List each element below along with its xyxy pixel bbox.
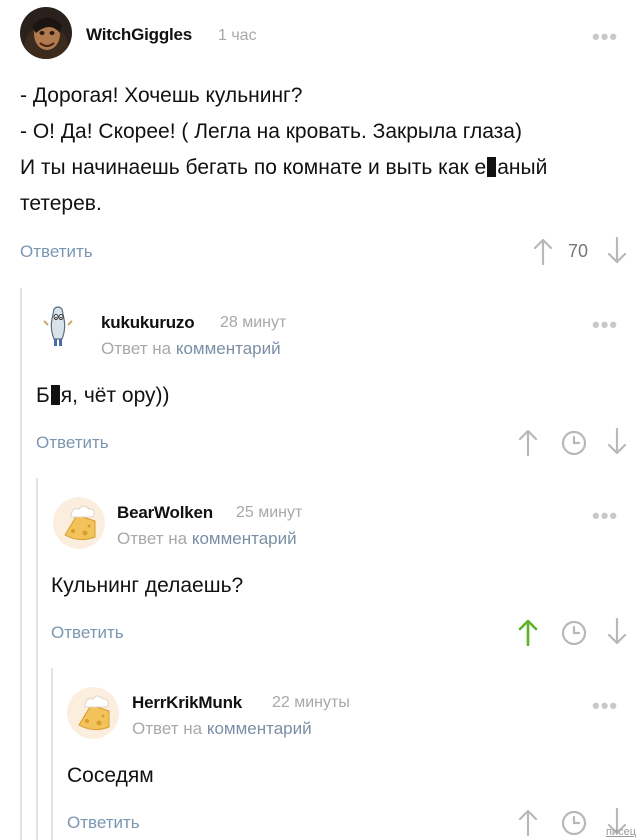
comment-time: 1 час [218, 27, 257, 44]
comment-text: Кульнинг делаешь? [51, 574, 244, 597]
thread-line-level-3 [51, 668, 53, 840]
thread-line-level-2 [36, 478, 38, 840]
comment-text: - Дорогая! Хочешь кульнинг? - О! Да! Ско… [20, 78, 547, 222]
reply-to-link[interactable]: комментарий [192, 529, 297, 548]
watermark: писец [605, 826, 636, 838]
upvote-arrow-icon[interactable] [533, 237, 553, 265]
comment-time: 22 минуты [272, 694, 350, 711]
reply-to-link[interactable]: комментарий [207, 719, 312, 738]
comment-line: И ты начинаешь бегать по комнате и выть … [20, 156, 548, 179]
comment-time: 28 минут [220, 314, 287, 331]
more-icon[interactable]: ••• [592, 503, 618, 529]
censor-block [487, 157, 497, 177]
upvote-arrow-icon[interactable] [518, 428, 538, 456]
more-icon[interactable]: ••• [592, 24, 618, 50]
upvote-arrow-icon[interactable] [518, 808, 538, 836]
reply-to: Ответ на комментарий [117, 529, 297, 548]
thread-line-level-1 [20, 288, 22, 840]
comment-text: Бя, чёт ору)) [36, 384, 170, 407]
reply-to: Ответ на комментарий [132, 719, 312, 738]
comment-author[interactable]: HerrKrikMunk [132, 693, 242, 713]
reply-button[interactable]: Ответить [51, 623, 124, 643]
reply-to-link[interactable]: комментарий [176, 339, 281, 358]
upvote-arrow-icon[interactable] [518, 618, 538, 646]
comment-line: тетерев. [20, 192, 102, 215]
reply-button[interactable]: Ответить [20, 242, 93, 262]
comment-author[interactable]: BearWolken [117, 503, 213, 523]
avatar[interactable] [20, 7, 72, 59]
more-icon[interactable]: ••• [592, 693, 618, 719]
comment-author[interactable]: kukukuruzo [101, 313, 195, 333]
comment-line: - О! Да! Скорее! ( Легла на кровать. Зак… [20, 120, 522, 143]
avatar[interactable] [67, 687, 119, 739]
comment-line: - Дорогая! Хочешь кульнинг? [20, 84, 303, 107]
comment-author[interactable]: WitchGiggles [86, 25, 192, 45]
clock-icon[interactable] [561, 430, 587, 456]
downvote-arrow-icon[interactable] [607, 237, 627, 265]
comment-time: 25 минут [236, 504, 303, 521]
reply-button[interactable]: Ответить [67, 813, 140, 833]
avatar[interactable] [53, 497, 105, 549]
censor-block [50, 385, 60, 405]
more-icon[interactable]: ••• [592, 312, 618, 338]
reply-button[interactable]: Ответить [36, 433, 109, 453]
rating-value: 70 [568, 241, 589, 261]
comment-text: Соседям [67, 764, 154, 787]
clock-icon[interactable] [561, 620, 587, 646]
reply-to: Ответ на комментарий [101, 339, 281, 358]
clock-icon[interactable] [561, 810, 587, 836]
downvote-arrow-icon[interactable] [607, 618, 627, 646]
downvote-arrow-icon[interactable] [607, 428, 627, 456]
avatar[interactable] [40, 305, 76, 347]
